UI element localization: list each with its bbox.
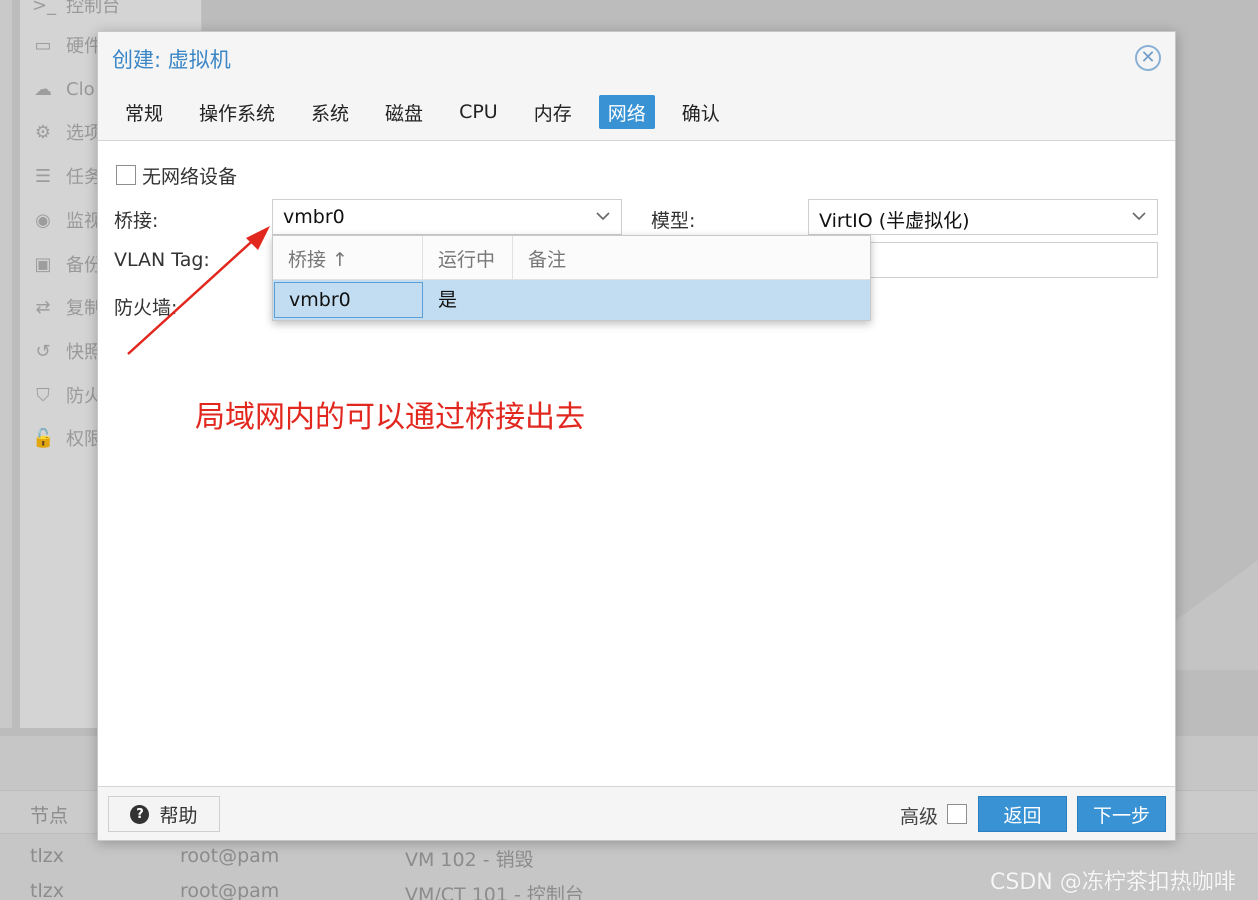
- dropdown-header: 桥接 ↑ 运行中 备注: [273, 236, 870, 280]
- dropdown-row[interactable]: vmbr0 是: [273, 280, 870, 320]
- advanced-label: 高级: [900, 806, 939, 828]
- unlock-icon: 🔓: [32, 427, 55, 449]
- cloud-icon: ☁: [34, 78, 52, 100]
- annotation-arrow: [127, 226, 270, 355]
- tab-memory[interactable]: 内存: [525, 95, 581, 129]
- list-icon: ☰: [34, 165, 52, 187]
- model-label: 模型:: [651, 210, 696, 232]
- sidebar-item-monitor: ◉ 监视: [32, 205, 102, 235]
- chevron-down-icon[interactable]: [595, 208, 611, 224]
- history-icon: ↺: [35, 340, 51, 362]
- save-icon: ▣: [34, 253, 52, 275]
- sidebar-item-snapshot: ↺ 快照: [32, 336, 102, 366]
- console-icon: >_: [32, 0, 57, 16]
- row-active-cell: 是: [438, 289, 458, 311]
- sidebar-item-tasks: ☰ 任务: [32, 161, 102, 191]
- model-combobox[interactable]: VirtIO (半虚拟化): [808, 199, 1158, 235]
- column-active[interactable]: 运行中: [423, 236, 513, 280]
- tab-os[interactable]: 操作系统: [190, 95, 284, 129]
- eye-icon: ◉: [35, 209, 51, 231]
- tab-network[interactable]: 网络: [598, 95, 655, 129]
- log-row-user: root@pam: [180, 845, 280, 867]
- background-left-strip: [0, 0, 12, 728]
- sidebar-item-options: ⚙ 选项: [32, 117, 102, 147]
- bridge-combobox[interactable]: vmbr0: [272, 199, 622, 235]
- tab-confirm[interactable]: 确认: [673, 95, 729, 129]
- sidebar-item-cloudinit: ☁ Clo: [34, 78, 95, 100]
- sidebar-item-replication: ⇄ 复制: [32, 292, 102, 322]
- row-bridge-cell: vmbr0: [274, 282, 423, 318]
- tab-disks[interactable]: 磁盘: [376, 95, 432, 129]
- close-icon[interactable]: ✕: [1135, 45, 1161, 71]
- bridge-dropdown-list: 桥接 ↑ 运行中 备注 vmbr0 是: [272, 235, 871, 321]
- sidebar-item-console: >_ 控制台: [32, 0, 120, 20]
- tab-system[interactable]: 系统: [302, 95, 358, 129]
- log-header-node: 节点: [30, 805, 69, 827]
- wizard-tabs: 常规 操作系统 系统 磁盘 CPU 内存 网络 确认: [116, 95, 747, 129]
- back-button[interactable]: 返回: [978, 796, 1067, 832]
- log-row-user: root@pam: [180, 880, 280, 900]
- log-row-node: tlzx: [30, 880, 64, 900]
- bridge-value: vmbr0: [283, 206, 345, 228]
- create-vm-dialog: 创建: 虚拟机 ✕ 常规 操作系统 系统 磁盘 CPU 内存 网络 确认 无网络…: [97, 31, 1176, 841]
- tab-general[interactable]: 常规: [116, 95, 172, 129]
- retweet-icon: ⇄: [35, 296, 51, 318]
- log-row-node: tlzx: [30, 845, 64, 867]
- model-value: VirtIO (半虚拟化): [819, 210, 970, 232]
- sidebar-item-firewall: ⛉ 防火: [32, 380, 102, 410]
- sidebar-item-hardware: ▭ 硬件: [32, 30, 102, 60]
- no-network-label: 无网络设备: [142, 166, 238, 188]
- advanced-checkbox[interactable]: [947, 804, 967, 824]
- chevron-down-icon[interactable]: [1131, 208, 1147, 224]
- column-comment[interactable]: 备注: [513, 236, 870, 280]
- question-icon: ?: [130, 804, 150, 824]
- column-bridge[interactable]: 桥接 ↑: [273, 236, 423, 280]
- annotation-text: 局域网内的可以通过桥接出去: [195, 400, 585, 435]
- log-row-desc: VM/CT 101 - 控制台: [405, 884, 584, 900]
- help-button[interactable]: ? 帮助: [108, 796, 220, 832]
- sidebar-item-permissions: 🔓 权限: [32, 427, 102, 451]
- no-network-checkbox[interactable]: [116, 165, 136, 185]
- next-button[interactable]: 下一步: [1077, 796, 1166, 832]
- watermark: CSDN @冻柠茶扣热咖啡: [990, 870, 1236, 895]
- gear-icon: ⚙: [34, 121, 52, 143]
- shield-icon: ⛉: [36, 384, 50, 406]
- dialog-title: 创建: 虚拟机: [112, 48, 231, 72]
- monitor-icon: ▭: [34, 34, 52, 56]
- log-row-desc: VM 102 - 销毁: [405, 849, 534, 871]
- tab-cpu[interactable]: CPU: [450, 95, 507, 129]
- sidebar-item-backup: ▣ 备份: [32, 249, 102, 279]
